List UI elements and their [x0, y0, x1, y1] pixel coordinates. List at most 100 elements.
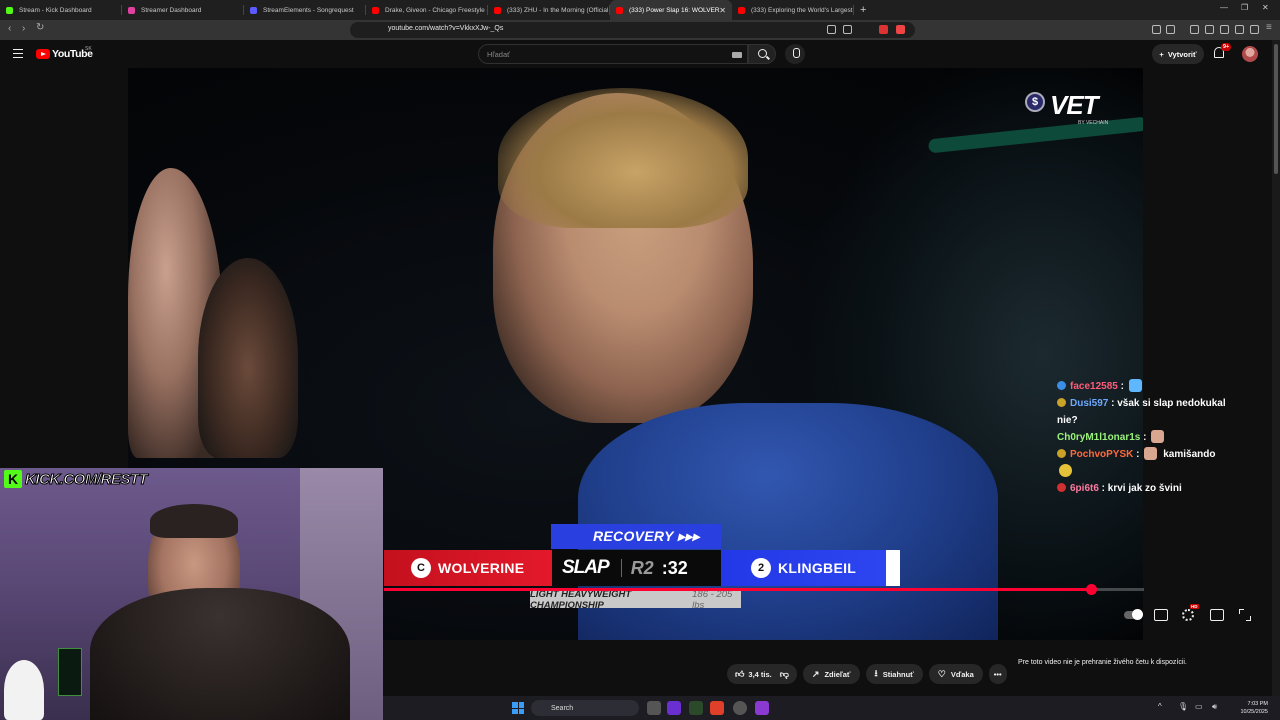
ghost-figure — [4, 660, 44, 720]
tab-close-icon[interactable]: ✕ — [719, 6, 726, 15]
task-view-icon[interactable] — [647, 701, 661, 715]
video-progress-bar[interactable] — [384, 584, 1144, 595]
browser-tab-strip: Stream - Kick Dashboard Streamer Dashboar… — [0, 0, 1280, 20]
new-tab-button[interactable]: + — [860, 4, 866, 16]
tab-favicon-icon — [372, 6, 379, 14]
tab-favicon-icon — [738, 6, 745, 14]
windows-start-icon[interactable] — [512, 702, 524, 714]
browser-tab[interactable]: (333) Exploring the World's Largest I — [732, 0, 854, 20]
settings-gear-icon[interactable] — [1182, 609, 1194, 621]
reload-icon[interactable]: ↻ — [36, 22, 44, 33]
chat-message: Ch0ryM1l1onar1s : — [1057, 429, 1237, 446]
browser-tab[interactable]: (333) ZHU - In the Morning (Official V — [488, 0, 610, 20]
blue-seed-badge: 2 — [751, 558, 771, 578]
chat-username: Ch0ryM1l1onar1s — [1057, 432, 1141, 443]
youtube-logo-icon[interactable] — [36, 49, 50, 59]
scrollbar-thumb[interactable] — [1274, 44, 1278, 174]
browser-tab[interactable]: Streamer Dashboard — [122, 0, 244, 20]
tab-title: (333) Exploring the World's Largest I — [751, 6, 854, 14]
tab-separator — [853, 5, 854, 15]
volume-icon[interactable]: 🔊︎ — [1212, 702, 1217, 712]
keyboard-icon[interactable] — [732, 52, 742, 58]
country-code: SK — [85, 46, 92, 52]
more-dots-icon: ••• — [993, 669, 1002, 679]
progress-fill — [384, 588, 1091, 591]
search-button[interactable] — [748, 44, 776, 64]
close-window-icon[interactable]: ✕ — [1262, 3, 1269, 12]
vpn-icon[interactable] — [1250, 25, 1259, 34]
microphone-tray-icon[interactable]: 🎙︎ — [1178, 702, 1188, 711]
url-text[interactable]: youtube.com/watch?v=VkkxXJw-_Qs — [388, 25, 503, 32]
hamburger-menu-icon[interactable] — [13, 49, 23, 58]
heart-dollar-icon: ♡ — [937, 668, 946, 679]
extensions-icon[interactable] — [1152, 25, 1161, 34]
chat-text: kamišando — [1163, 449, 1216, 460]
vechain-logo-icon: $ — [1025, 92, 1045, 112]
chat-separator: : — [1108, 398, 1118, 409]
chat-emote-icon — [1128, 379, 1142, 392]
search-input[interactable]: Hľadať — [478, 44, 748, 64]
create-label: Vytvoriť — [1167, 49, 1197, 59]
share-button[interactable]: ↗ Zdieľať — [802, 664, 860, 684]
tab-favicon-icon — [6, 6, 13, 14]
create-button[interactable]: + Vytvoriť — [1152, 44, 1204, 64]
voice-search-icon[interactable] — [785, 44, 805, 64]
round-indicator: R2 — [630, 557, 654, 578]
wallet-icon[interactable] — [1166, 25, 1175, 34]
cast-icon[interactable] — [827, 25, 836, 34]
music-icon[interactable] — [1190, 25, 1199, 34]
blue-panel-notch — [886, 550, 900, 586]
subtitles-icon[interactable] — [1154, 609, 1168, 621]
like-button[interactable]: 👍︎ 3,4 tis. — [735, 669, 772, 680]
brave-browser-icon[interactable] — [710, 701, 724, 715]
forward-icon[interactable]: › — [22, 23, 25, 34]
taskbar-clock[interactable]: 7:03 PM 10/25/2025 — [1238, 700, 1268, 716]
menu-icon[interactable]: ≡ — [1266, 22, 1272, 33]
browser-tab[interactable]: Stream - Kick Dashboard — [0, 0, 122, 20]
tray-chevron-icon[interactable]: ^ — [1158, 702, 1162, 711]
sidebar-icon[interactable] — [1205, 25, 1214, 34]
more-actions-button[interactable]: ••• — [988, 664, 1007, 684]
browser-tab[interactable]: (333) Power Slap 16: WOLVER ✕ — [610, 0, 732, 20]
maximize-icon[interactable]: ❐ — [1241, 3, 1248, 12]
back-icon[interactable]: ‹ — [8, 23, 11, 34]
obs-icon[interactable] — [733, 701, 747, 715]
minimize-icon[interactable]: — — [1220, 3, 1228, 12]
theater-mode-icon[interactable] — [1210, 609, 1224, 621]
tab-favicon-icon — [616, 6, 623, 14]
windows-taskbar: Search ^ 🎙︎ ▭ 🔊︎ 7:03 PM 10/25/2025 — [383, 696, 1280, 720]
streamer-hair — [150, 504, 238, 538]
share-label: Zdieľať — [824, 669, 851, 679]
tab-title: (333) Power Slap 16: WOLVER — [629, 6, 720, 14]
network-icon[interactable]: ▭ — [1195, 702, 1203, 711]
chat-username: Dusi597 — [1070, 398, 1109, 409]
blue-corner-panel: 2 KLINGBEIL — [721, 550, 900, 586]
chat-separator: : — [1133, 449, 1143, 460]
red-fighter-name: WOLVERINE — [438, 560, 525, 576]
red-corner-panel: C WOLVERINE — [384, 550, 552, 586]
dislike-button[interactable]: 👎︎ — [780, 669, 789, 680]
autoplay-toggle[interactable] — [1124, 609, 1143, 620]
kick-channel-tag: K KICK.COM/RESTT — [0, 468, 151, 490]
browser-tab[interactable]: StreamElements - Songrequest — [244, 0, 366, 20]
browser-tab[interactable]: Drake, Giveon - Chicago Freestyle (A — [366, 0, 488, 20]
avatar[interactable] — [1242, 46, 1258, 62]
tabs-icon[interactable] — [1220, 25, 1229, 34]
divider — [620, 559, 622, 577]
translate-icon[interactable] — [843, 25, 852, 34]
clock-time: 7:03 PM — [1247, 701, 1268, 707]
streaming-app-icon[interactable] — [755, 701, 769, 715]
download-button[interactable]: ⭳ Stiahnuť — [865, 664, 923, 684]
fullscreen-icon[interactable] — [1239, 609, 1251, 621]
twitch-app-icon[interactable] — [667, 701, 681, 715]
app-icon[interactable] — [689, 701, 703, 715]
chat-username: face12585 — [1070, 381, 1118, 392]
download-icon[interactable] — [1235, 25, 1244, 34]
scrubber-handle[interactable] — [1085, 584, 1097, 595]
thanks-button[interactable]: ♡ Vďaka — [928, 664, 983, 684]
taskbar-search[interactable]: Search — [531, 700, 639, 716]
webcam-feed — [0, 468, 383, 720]
brave-shield-icon[interactable] — [879, 25, 888, 34]
rewards-icon[interactable] — [896, 25, 905, 34]
chat-emote-icon — [1144, 447, 1158, 460]
